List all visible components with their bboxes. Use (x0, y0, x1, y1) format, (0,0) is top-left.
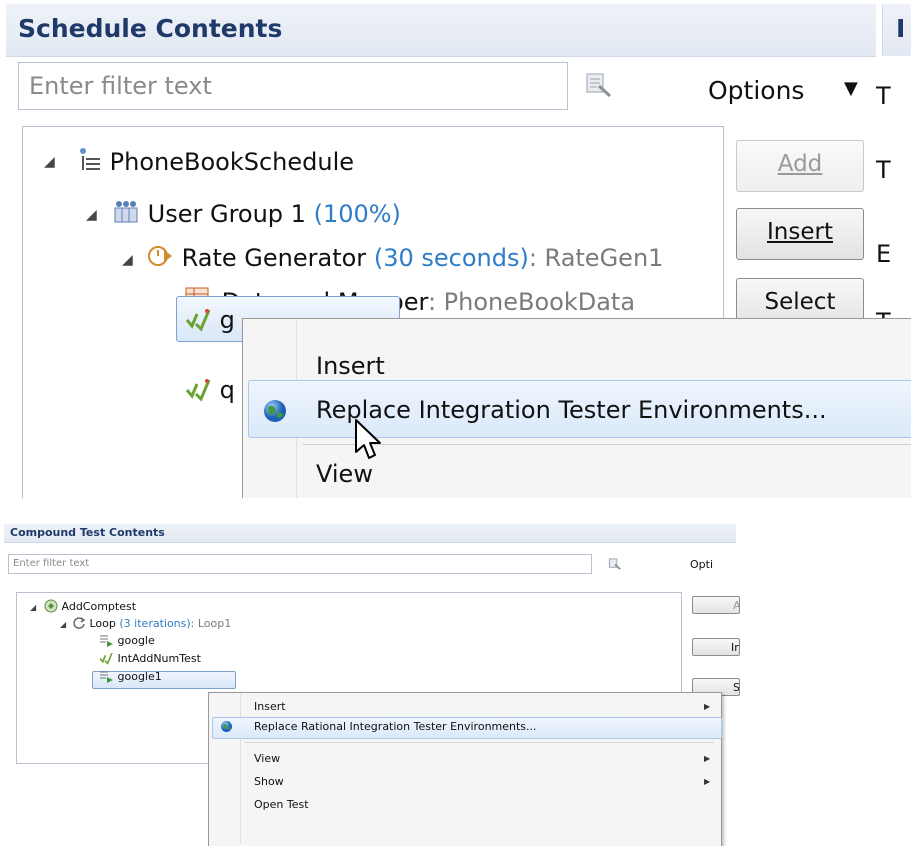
datapool-value: : PhoneBookData (427, 288, 636, 316)
context-menu (208, 692, 722, 846)
expand-twisty-icon[interactable]: ◢ (122, 252, 133, 268)
tree-item-label: AddComptest (61, 600, 137, 613)
right-panel-label: E (876, 240, 892, 268)
right-panel-label: T (876, 82, 891, 110)
menu-item-replace-environments[interactable]: Replace Integration Tester Environments.… (316, 396, 827, 424)
tree-item-loop[interactable]: Loop (3 iterations): Loop1 (72, 616, 231, 630)
filter-input[interactable]: Enter filter text (18, 62, 568, 110)
submenu-arrow-icon: ▶ (704, 702, 711, 711)
expand-twisty-icon[interactable]: ◢ (86, 207, 97, 223)
add-button[interactable]: A (692, 596, 740, 614)
schedule-icon (80, 148, 100, 170)
menu-item-insert[interactable]: Insert (254, 700, 286, 713)
menu-item-view[interactable]: View (316, 460, 373, 488)
loop-icon (73, 617, 86, 629)
schedule-contents-panel: Schedule Contents I Enter filter text Op… (0, 0, 911, 498)
user-group-icon (114, 201, 138, 223)
loop-iterations: (3 iterations) (119, 617, 191, 630)
tree-item-label: google (117, 634, 155, 647)
tree-item-google1[interactable]: google1 (98, 669, 162, 683)
tree-item-root[interactable]: AddComptest (44, 599, 136, 613)
tree-item-label: google1 (117, 670, 162, 683)
menu-item-open-test[interactable]: Open Test (254, 798, 309, 811)
panel-title: Schedule Contents (18, 14, 283, 43)
tree-item-label: IntAddNumTest (117, 652, 201, 665)
user-group-percentage: (100%) (313, 200, 401, 228)
tree-item-label: g (219, 306, 235, 334)
http-test-icon (100, 671, 113, 683)
expand-twisty-icon[interactable]: ◢ (60, 620, 66, 629)
http-test-icon (100, 635, 113, 647)
tree-item-test[interactable]: q (184, 376, 235, 404)
test-check-icon (99, 652, 113, 665)
menu-separator (302, 444, 911, 445)
add-button-label: Add (777, 151, 823, 177)
tree-item-label: User Group 1 (147, 200, 306, 228)
rate-gen-duration: (30 seconds) (373, 244, 529, 272)
options-menu[interactable]: Options (708, 76, 804, 105)
cursor-pointer-icon (354, 418, 384, 464)
filter-input[interactable]: Enter filter text (8, 554, 592, 574)
rate-generator-icon (148, 246, 172, 266)
submenu-arrow-icon: ▶ (704, 754, 711, 763)
loop-name: : Loop1 (190, 617, 232, 630)
tree-item-test-selected[interactable]: g (184, 306, 235, 334)
clear-filter-icon[interactable] (608, 557, 622, 571)
menu-item-replace-environments[interactable]: Replace Rational Integration Tester Envi… (254, 720, 537, 733)
tree-item-label: PhoneBookSchedule (109, 148, 354, 176)
panel-title: Compound Test Contents (10, 526, 165, 539)
menu-separator (244, 742, 714, 743)
tree-item-label: Loop (89, 617, 116, 630)
insert-button-label: Insert (767, 219, 833, 245)
menu-item-view[interactable]: View (254, 752, 280, 765)
test-check-icon (185, 379, 211, 402)
tree-item-schedule[interactable]: PhoneBookSchedule (74, 146, 354, 176)
tree-item-rate-generator[interactable]: Rate Generator (30 seconds): RateGen1 (146, 242, 663, 272)
globe-icon (262, 398, 288, 424)
adjacent-panel-title: I (896, 14, 906, 43)
menu-item-insert[interactable]: Insert (316, 352, 385, 380)
options-menu[interactable]: Opti (690, 558, 713, 571)
compound-test-contents-panel: Compound Test Contents Enter filter text… (0, 512, 740, 846)
clear-filter-icon[interactable] (584, 70, 614, 100)
expand-twisty-icon[interactable]: ◢ (44, 154, 55, 170)
tree-item-intaddnumtest[interactable]: IntAddNumTest (98, 651, 201, 665)
insert-button[interactable]: Insert (736, 208, 864, 260)
test-check-icon (185, 309, 211, 332)
globe-icon (220, 720, 233, 733)
right-panel-label: T (876, 156, 891, 184)
tree-item-user-group[interactable]: User Group 1 (100%) (112, 198, 401, 228)
submenu-arrow-icon: ▶ (704, 777, 711, 786)
compound-test-icon (44, 599, 58, 613)
tree-item-google[interactable]: google (98, 633, 155, 647)
tree-item-label: Rate Generator (181, 244, 367, 272)
select-button-label: Select (764, 289, 836, 315)
insert-button[interactable]: In (692, 638, 740, 656)
add-button[interactable]: Add (736, 140, 864, 192)
rate-gen-name: : RateGen1 (528, 244, 664, 272)
tree-item-label: q (219, 376, 235, 404)
expand-twisty-icon[interactable]: ◢ (30, 603, 36, 612)
menu-item-show[interactable]: Show (254, 775, 284, 788)
chevron-down-icon[interactable]: ▼ (844, 78, 858, 99)
